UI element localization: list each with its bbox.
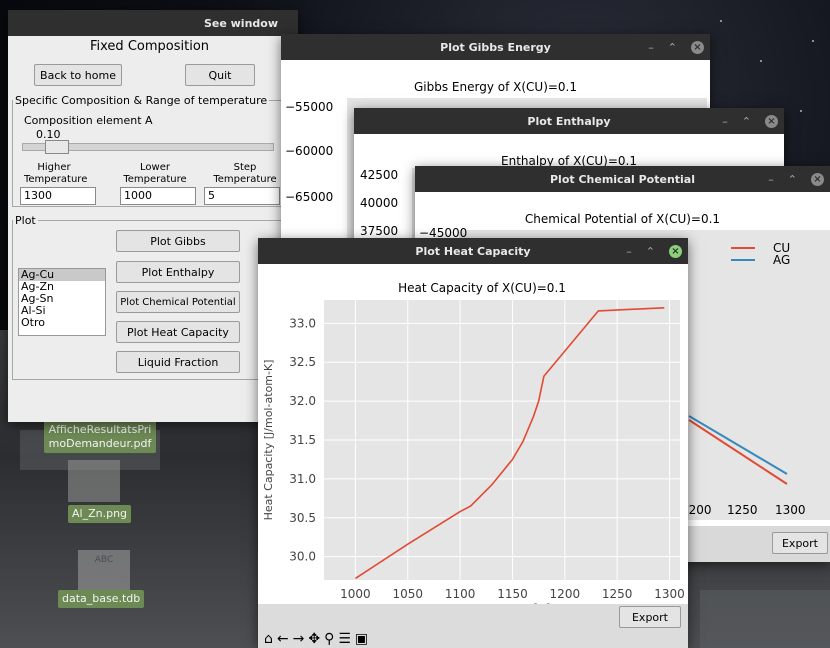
- heat-capacity-window: Plot Heat Capacity – ⌃ × 1000 1050 1100 1150 1…: [258, 238, 688, 648]
- gibbs-titlebar[interactable]: Plot Gibbs Energy – ⌃ ×: [281, 34, 710, 60]
- close-icon[interactable]: ×: [765, 114, 778, 128]
- forward-arrow-icon[interactable]: →: [293, 630, 305, 648]
- y-tick-label: 30.0: [289, 550, 316, 564]
- x-tick-label: 1150: [497, 587, 528, 601]
- series-line-cu: [688, 419, 788, 485]
- chart-title: Gibbs Energy of X(CU)=0.1: [413, 80, 578, 94]
- window-title: Plot Enthalpy: [527, 114, 611, 128]
- star: [800, 110, 802, 112]
- plot-chemical-potential-button[interactable]: Plot Chemical Potential: [116, 291, 240, 313]
- lower-temperature-label: Lower Temperature: [123, 162, 187, 185]
- plot-heat-capacity-button[interactable]: Plot Heat Capacity: [116, 321, 240, 343]
- window-title: See window: [203, 16, 278, 30]
- navigation-toolbar: ⌂ ← → ✥ ⚲ ☰ ▣: [264, 630, 368, 648]
- desktop-file-pdf[interactable]: AfficheResultatsPri moDemandeur.pdf: [44, 421, 156, 453]
- desktop-file-tdb[interactable]: data_base.tdb: [58, 590, 145, 608]
- composition-slider-handle[interactable]: [44, 140, 69, 154]
- chem-export-button[interactable]: Export: [772, 532, 828, 554]
- star: [760, 60, 762, 62]
- x-tick-label: 1250: [727, 503, 758, 517]
- pan-icon[interactable]: ✥: [308, 630, 320, 648]
- page-title: Fixed Composition: [90, 39, 210, 54]
- y-tick-label: −60000: [285, 144, 334, 158]
- maximize-icon[interactable]: ⌃: [742, 115, 751, 128]
- window-title: Plot Heat Capacity: [415, 244, 531, 258]
- y-tick-label: 42500: [360, 168, 399, 182]
- desktop-file-png[interactable]: Al_Zn.png: [68, 505, 132, 523]
- heat-capacity-chart: 1000 1050 1100 1150 1200 1250 1300 30.0 30.5 31.0…: [262, 281, 685, 604]
- star: [720, 20, 722, 22]
- window-title: Plot Gibbs Energy: [440, 40, 551, 54]
- liquid-fraction-button[interactable]: Liquid Fraction: [116, 351, 240, 373]
- x-tick-label: 1250: [602, 587, 633, 601]
- heat-titlebar[interactable]: Plot Heat Capacity – ⌃ ×: [258, 238, 688, 264]
- database-file-icon: ABC: [78, 550, 130, 592]
- y-tick-label: 37500: [360, 224, 399, 238]
- back-to-home-button[interactable]: Back to home: [34, 64, 122, 86]
- series-line-ag: [688, 415, 788, 475]
- enthalpy-titlebar[interactable]: Plot Enthalpy – ⌃ ×: [354, 108, 784, 134]
- quit-button[interactable]: Quit: [185, 64, 255, 86]
- close-icon[interactable]: ×: [691, 40, 704, 54]
- higher-temperature-label: Higher Temperature: [24, 162, 88, 185]
- x-tick-label: 1100: [445, 587, 476, 601]
- lower-temperature-field[interactable]: 1000: [120, 187, 196, 205]
- plot-group-title: Plot: [15, 214, 36, 227]
- x-tick-label: 1000: [340, 587, 371, 601]
- system-listbox[interactable]: Ag-Cu Ag-Zn Ag-Sn Al-Si Otro: [18, 268, 106, 336]
- minimize-icon[interactable]: –: [722, 115, 728, 128]
- chart-title: Heat Capacity of X(CU)=0.1: [398, 281, 566, 295]
- minimize-icon[interactable]: –: [626, 245, 632, 258]
- y-tick-label: 40000: [360, 196, 399, 210]
- home-icon[interactable]: ⌂: [264, 630, 273, 648]
- y-tick-label: 33.0: [289, 316, 316, 330]
- legend-label-ag: AG: [773, 253, 791, 267]
- maximize-icon[interactable]: ⌃: [668, 41, 677, 54]
- zoom-icon[interactable]: ⚲: [324, 630, 334, 648]
- system-list-item[interactable]: Otro: [19, 317, 105, 329]
- configure-subplots-icon[interactable]: ☰: [338, 630, 351, 648]
- higher-temperature-field[interactable]: 1300: [20, 187, 96, 205]
- back-arrow-icon[interactable]: ←: [277, 630, 289, 648]
- see-window-titlebar[interactable]: See window: [8, 10, 298, 36]
- minimize-icon[interactable]: –: [648, 41, 654, 54]
- x-tick-label: 1050: [392, 587, 423, 601]
- x-tick-label: 1300: [775, 503, 806, 517]
- step-temperature-field[interactable]: 5: [204, 187, 280, 205]
- y-tick-label: 32.0: [289, 394, 316, 408]
- see-window: See window Fixed Composition Back to hom…: [8, 10, 298, 422]
- y-tick-label: 30.5: [289, 511, 316, 525]
- composition-label: Composition element A: [24, 114, 153, 127]
- y-tick-label: −65000: [285, 190, 334, 204]
- maximize-icon[interactable]: ⌃: [646, 245, 655, 258]
- y-tick-label: −55000: [285, 100, 334, 114]
- y-tick-label: 31.0: [289, 472, 316, 486]
- group-title: Specific Composition & Range of temperat…: [15, 94, 268, 107]
- save-icon[interactable]: ▣: [355, 630, 368, 648]
- x-tick-label: 1200: [550, 587, 581, 601]
- y-axis-label: Heat Capacity [J/mol-atom-K]: [262, 360, 275, 521]
- star: [812, 40, 814, 42]
- heat-export-button[interactable]: Export: [619, 606, 681, 628]
- image-file-icon: [68, 460, 120, 502]
- y-tick-label: 32.5: [289, 355, 316, 369]
- y-tick-label: 31.5: [289, 433, 316, 447]
- x-tick-label: 1300: [654, 587, 685, 601]
- wallpaper-detail: [700, 590, 830, 648]
- step-temperature-label: Step Temperature: [213, 162, 277, 185]
- plot-gibbs-button[interactable]: Plot Gibbs: [116, 230, 240, 252]
- close-icon[interactable]: ×: [669, 244, 682, 258]
- plot-enthalpy-button[interactable]: Plot Enthalpy: [116, 261, 240, 283]
